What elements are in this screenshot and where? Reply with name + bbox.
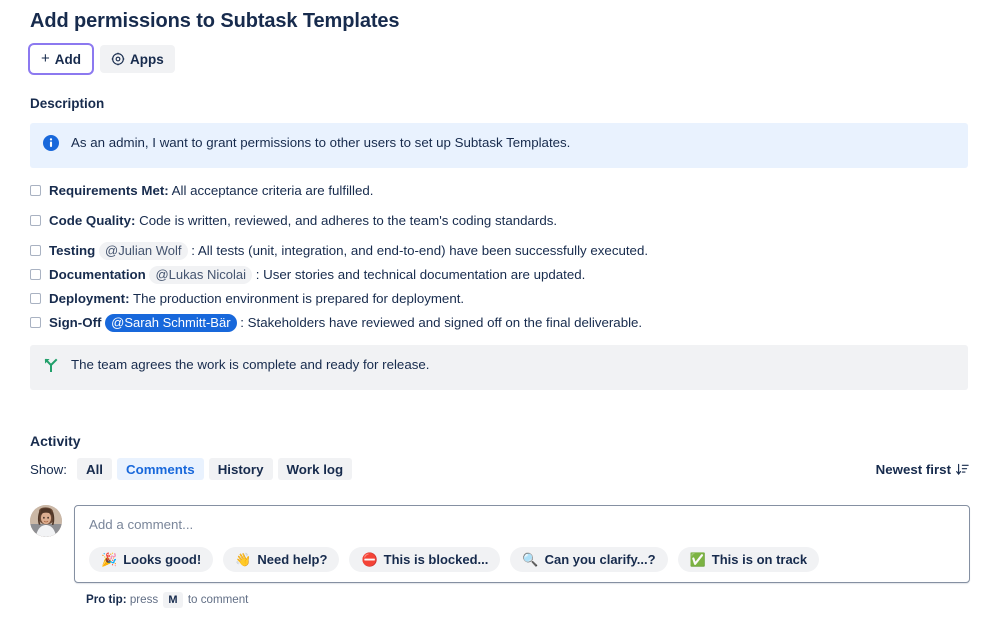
gear-icon bbox=[111, 52, 125, 66]
sort-descending-icon bbox=[956, 463, 969, 476]
checklist-item-text: Requirements Met: All acceptance criteri… bbox=[49, 182, 373, 200]
checklist-item-description: : User stories and technical documentati… bbox=[256, 267, 586, 282]
quick-reply-label: This is blocked... bbox=[384, 552, 489, 567]
quick-reply-label: Need help? bbox=[257, 552, 327, 567]
checklist-item-label: Testing bbox=[49, 243, 95, 258]
checklist-item-label: Code Quality: bbox=[49, 213, 135, 228]
checklist-checkbox[interactable] bbox=[30, 245, 41, 256]
checklist-item-description: : All tests (unit, integration, and end-… bbox=[191, 243, 648, 258]
page-title: Add permissions to Subtask Templates bbox=[30, 0, 969, 33]
description-note-panel: The team agrees the work is complete and… bbox=[30, 345, 968, 390]
checklist-item-label: Requirements Met: bbox=[49, 183, 169, 198]
checklist-item-label: Deployment: bbox=[49, 291, 130, 306]
activity-filter-row: Show: AllCommentsHistoryWork log Newest … bbox=[30, 458, 970, 480]
avatar[interactable] bbox=[30, 505, 62, 537]
description-info-text: As an admin, I want to grant permissions… bbox=[71, 134, 570, 152]
checklist-item-text: Code Quality: Code is written, reviewed,… bbox=[49, 212, 557, 230]
activity-heading: Activity bbox=[30, 432, 970, 450]
checklist-checkbox[interactable] bbox=[30, 317, 41, 328]
waving-hand-icon: 👋 bbox=[235, 553, 251, 566]
issue-detail-page: Add permissions to Subtask Templates + A… bbox=[0, 0, 999, 626]
quick-reply-chip[interactable]: ⛔ This is blocked... bbox=[349, 547, 500, 572]
checklist-item-description: The production environment is prepared f… bbox=[130, 291, 465, 306]
plus-icon: + bbox=[41, 51, 50, 66]
checklist-checkbox[interactable] bbox=[30, 185, 41, 196]
branch-merge-icon bbox=[43, 356, 59, 378]
user-mention-chip[interactable]: @Lukas Nicolai bbox=[149, 266, 252, 284]
quick-reply-label: This is on track bbox=[712, 552, 807, 567]
checklist-item-label: Documentation bbox=[49, 267, 146, 282]
checklist-item-description: : Stakeholders have reviewed and signed … bbox=[240, 315, 642, 330]
sort-order-button[interactable]: Newest first bbox=[875, 458, 970, 480]
checklist-item-text: Testing @Julian Wolf : All tests (unit, … bbox=[49, 242, 648, 260]
quick-reply-chip[interactable]: ✅ This is on track bbox=[678, 547, 820, 572]
checklist-item: Requirements Met: All acceptance criteri… bbox=[30, 182, 969, 200]
issue-toolbar: + Add Apps bbox=[30, 45, 969, 73]
checklist-item: Sign-Off @Sarah Schmitt-Bär : Stakeholde… bbox=[30, 314, 969, 332]
checklist-item-description: Code is written, reviewed, and adheres t… bbox=[135, 213, 557, 228]
pro-tip: Pro tip: press M to comment bbox=[86, 592, 970, 608]
comment-composer-row: Add a comment... 🎉 Looks good! 👋 Need help?… bbox=[30, 505, 970, 583]
checklist-item-description: All acceptance criteria are fulfilled. bbox=[169, 183, 374, 198]
pro-tip-press: press bbox=[130, 593, 158, 606]
apps-button-label: Apps bbox=[130, 52, 164, 67]
tab-history[interactable]: History bbox=[209, 458, 273, 480]
checklist-item: Deployment: The production environment i… bbox=[30, 290, 969, 308]
pro-tip-suffix: to comment bbox=[188, 593, 249, 606]
apps-button[interactable]: Apps bbox=[100, 45, 175, 73]
quick-reply-chips: 🎉 Looks good! 👋 Need help? ⛔ This is blocked.… bbox=[89, 547, 955, 572]
quick-reply-chip[interactable]: 🔍 Can you clarify...? bbox=[510, 547, 667, 572]
comment-placeholder: Add a comment... bbox=[89, 517, 955, 533]
pro-tip-prefix: Pro tip: bbox=[86, 593, 127, 606]
show-label: Show: bbox=[30, 462, 67, 477]
checklist-item: Documentation @Lukas Nicolai : User stor… bbox=[30, 266, 969, 284]
checklist-item: Testing @Julian Wolf : All tests (unit, … bbox=[30, 242, 969, 260]
add-button-label: Add bbox=[55, 52, 81, 67]
user-mention-chip[interactable]: @Julian Wolf bbox=[99, 242, 188, 260]
checklist-checkbox[interactable] bbox=[30, 269, 41, 280]
checklist-checkbox[interactable] bbox=[30, 293, 41, 304]
user-mention-chip[interactable]: @Sarah Schmitt-Bär bbox=[105, 314, 236, 332]
checklist-checkbox[interactable] bbox=[30, 215, 41, 226]
checklist-item-text: Deployment: The production environment i… bbox=[49, 290, 464, 308]
checklist-item-text: Documentation @Lukas Nicolai : User stor… bbox=[49, 266, 585, 284]
comment-input-box[interactable]: Add a comment... 🎉 Looks good! 👋 Need help?… bbox=[74, 505, 970, 583]
party-popper-icon: 🎉 bbox=[101, 553, 117, 566]
tab-comments[interactable]: Comments bbox=[117, 458, 204, 480]
pro-tip-key: M bbox=[163, 592, 182, 608]
definition-of-done-checklist: Requirements Met: All acceptance criteri… bbox=[30, 182, 969, 332]
magnifier-icon: 🔍 bbox=[522, 553, 538, 566]
checklist-item-label: Sign-Off bbox=[49, 315, 101, 330]
sort-order-label: Newest first bbox=[876, 462, 951, 477]
check-box-icon: ✅ bbox=[690, 553, 706, 566]
description-info-panel: As an admin, I want to grant permissions… bbox=[30, 123, 968, 168]
no-entry-icon: ⛔ bbox=[361, 553, 377, 566]
info-circle-icon bbox=[43, 134, 59, 156]
description-heading: Description bbox=[30, 96, 969, 112]
quick-reply-label: Looks good! bbox=[123, 552, 201, 567]
quick-reply-chip[interactable]: 👋 Need help? bbox=[223, 547, 339, 572]
activity-tabs: AllCommentsHistoryWork log bbox=[77, 458, 357, 480]
quick-reply-label: Can you clarify...? bbox=[545, 552, 656, 567]
tab-all[interactable]: All bbox=[77, 458, 112, 480]
add-button[interactable]: + Add bbox=[30, 45, 92, 73]
checklist-item-text: Sign-Off @Sarah Schmitt-Bär : Stakeholde… bbox=[49, 314, 642, 332]
quick-reply-chip[interactable]: 🎉 Looks good! bbox=[89, 547, 213, 572]
checklist-item: Code Quality: Code is written, reviewed,… bbox=[30, 212, 969, 230]
activity-section: Activity Show: AllCommentsHistoryWork lo… bbox=[30, 432, 970, 608]
tab-work-log[interactable]: Work log bbox=[278, 458, 353, 480]
description-note-text: The team agrees the work is complete and… bbox=[71, 356, 429, 374]
